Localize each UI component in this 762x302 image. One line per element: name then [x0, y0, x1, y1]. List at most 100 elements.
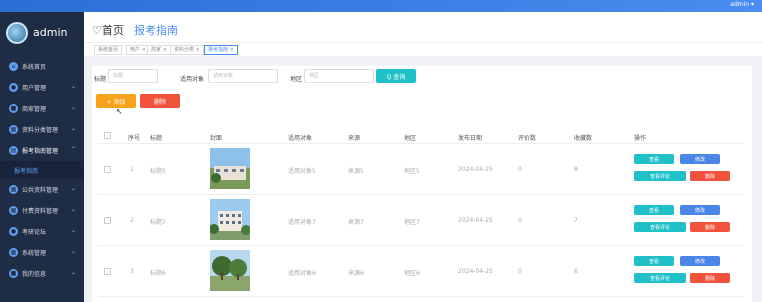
- delete-button[interactable]: 删除: [690, 222, 730, 232]
- column-header: 标题: [150, 135, 163, 142]
- row-source: 来源7: [348, 219, 364, 226]
- sidebar-item-label: 付费资料管理: [22, 208, 59, 215]
- page-title[interactable]: ♡首页: [92, 22, 124, 38]
- forum-icon: ●: [9, 227, 18, 236]
- tag-categories[interactable]: 资料分类 ×: [170, 45, 204, 55]
- row-favorites: 6: [574, 268, 578, 275]
- row-source: 来源5: [348, 168, 364, 175]
- chevron-down-icon: ⌄: [70, 269, 76, 276]
- tag-shops[interactable]: 商家 ×: [147, 45, 171, 55]
- sidebar-subitem-guide[interactable]: 报考指南: [0, 161, 84, 179]
- add-button[interactable]: + 添加: [96, 94, 136, 108]
- sidebar-item-forum[interactable]: ● 考研论坛 ⌄: [0, 221, 84, 242]
- table-row: 1 标题5 适用对象5 来源5 地区5 2024-04-25 0 8 查看 修改…: [98, 144, 744, 195]
- column-header: 地区: [404, 135, 417, 142]
- region-filter-label: 地区: [290, 76, 303, 83]
- category-icon: ▦: [9, 125, 18, 134]
- row-title: 标题5: [150, 168, 166, 175]
- mouse-cursor-icon: ↖: [116, 107, 123, 116]
- shop-icon: ■: [9, 104, 18, 113]
- search-button[interactable]: Q 查询: [376, 69, 416, 83]
- sidebar-item-users[interactable]: ● 用户管理 ⌄: [0, 77, 84, 98]
- main-area: ♡首页 报考指南 系统首页 用户 × 商家 × 资料分类 × 报考指南 × 标题…: [84, 12, 762, 302]
- tag-bar: 系统首页 用户 × 商家 × 资料分类 × 报考指南 ×: [84, 42, 762, 56]
- sidebar-item-profile[interactable]: ■ 我的信息 ⌄: [0, 263, 84, 284]
- sidebar-item-label: 系统首页: [22, 64, 47, 71]
- column-header: 适用对象: [288, 135, 313, 142]
- sidebar-item-label: 资料分类管理: [22, 127, 59, 134]
- home-icon: ⌂: [9, 62, 18, 71]
- view-button[interactable]: 查看: [634, 154, 674, 164]
- chevron-down-icon: ⌄: [70, 206, 76, 213]
- target-filter-label: 适用对象: [180, 76, 205, 83]
- column-header: 序号: [128, 135, 141, 142]
- brand-name: admin: [33, 26, 68, 39]
- view-button[interactable]: 查看: [634, 205, 674, 215]
- region-filter-input[interactable]: 地区: [304, 69, 374, 83]
- sidebar: admin ⌂ 系统首页 ● 用户管理 ⌄ ■ 商家管理 ⌄ ▦ 资料分类管理 ⌄ ▤ 报考指南…: [0, 12, 84, 302]
- row-checkbox[interactable]: [104, 268, 111, 275]
- column-header: 封面: [210, 135, 223, 142]
- chevron-up-icon: ⌃: [70, 146, 76, 153]
- column-header: 收藏数: [574, 135, 593, 142]
- row-index: 3: [130, 268, 134, 275]
- view-button[interactable]: 查看: [634, 256, 674, 266]
- edit-button[interactable]: 修改: [680, 256, 720, 266]
- table-row: 3 标题6 适用对象6 来源6 地区6 2024-04-25 0 6 查看 修改…: [98, 246, 744, 297]
- chevron-down-icon: ⌄: [70, 185, 76, 192]
- view-comments-button[interactable]: 查看评论: [634, 222, 686, 232]
- sidebar-menu: ⌂ 系统首页 ● 用户管理 ⌄ ■ 商家管理 ⌄ ▦ 资料分类管理 ⌄ ▤ 报考指南管理 ⌃ 报考…: [0, 56, 84, 284]
- row-comments: 0: [518, 166, 522, 173]
- column-header: 操作: [634, 135, 647, 142]
- row-target: 适用对象7: [288, 219, 316, 226]
- tag-guides[interactable]: 报考指南 ×: [204, 45, 238, 55]
- avatar: [6, 22, 28, 44]
- row-checkbox[interactable]: [104, 217, 111, 224]
- view-comments-button[interactable]: 查看评论: [634, 171, 686, 181]
- delete-button[interactable]: 删除: [690, 273, 730, 283]
- chevron-down-icon: ⌄: [70, 227, 76, 234]
- column-header: 来源: [348, 135, 361, 142]
- select-all-checkbox[interactable]: [104, 132, 111, 139]
- edit-button[interactable]: 修改: [680, 205, 720, 215]
- row-region: 地区6: [404, 270, 420, 277]
- sidebar-item-paid-materials[interactable]: ▦ 付费资料管理 ⌄: [0, 200, 84, 221]
- cover-image: [210, 250, 250, 291]
- view-comments-button[interactable]: 查看评论: [634, 273, 686, 283]
- sidebar-item-public-materials[interactable]: ▦ 公共资料管理 ⌄: [0, 179, 84, 200]
- delete-selected-button[interactable]: 删除: [140, 94, 180, 108]
- user-icon: ●: [9, 83, 18, 92]
- row-target: 适用对象6: [288, 270, 316, 277]
- chevron-down-icon: ⌄: [70, 83, 76, 90]
- settings-icon: ▦: [9, 248, 18, 257]
- target-filter-input[interactable]: 适用对象: [208, 69, 278, 83]
- page-header: ♡首页 报考指南: [84, 12, 762, 42]
- sidebar-item-system[interactable]: ▦ 系统管理 ⌄: [0, 242, 84, 263]
- column-header: 评价数: [518, 135, 537, 142]
- row-index: 2: [130, 217, 134, 224]
- row-region: 地区7: [404, 219, 420, 226]
- row-comments: 0: [518, 217, 522, 224]
- top-bar: admin ▾: [0, 0, 762, 12]
- tag-home[interactable]: 系统首页: [94, 45, 123, 55]
- sidebar-item-home[interactable]: ⌂ 系统首页: [0, 56, 84, 77]
- row-favorites: 8: [574, 166, 578, 173]
- row-checkbox[interactable]: [104, 166, 111, 173]
- user-menu[interactable]: admin ▾: [730, 1, 754, 8]
- sidebar-item-shops[interactable]: ■ 商家管理 ⌄: [0, 98, 84, 119]
- title-filter-label: 标题: [94, 76, 107, 83]
- sidebar-item-guides[interactable]: ▤ 报考指南管理 ⌃: [0, 140, 84, 161]
- guide-icon: ▤: [9, 146, 18, 155]
- edit-button[interactable]: 修改: [680, 154, 720, 164]
- cover-image: [210, 148, 250, 189]
- delete-button[interactable]: 删除: [690, 171, 730, 181]
- brand: admin: [0, 22, 84, 52]
- row-title: 标题6: [150, 270, 166, 277]
- sidebar-item-categories[interactable]: ▦ 资料分类管理 ⌄: [0, 119, 84, 140]
- content-panel: 标题 标题 适用对象 适用对象 地区 地区 Q 查询 + 添加 删除 序号 标题…: [92, 66, 752, 302]
- breadcrumb: 报考指南: [134, 24, 178, 37]
- title-filter-input[interactable]: 标题: [108, 69, 158, 83]
- chevron-down-icon: ⌄: [70, 248, 76, 255]
- row-target: 适用对象5: [288, 168, 316, 175]
- pay-icon: ▦: [9, 206, 18, 215]
